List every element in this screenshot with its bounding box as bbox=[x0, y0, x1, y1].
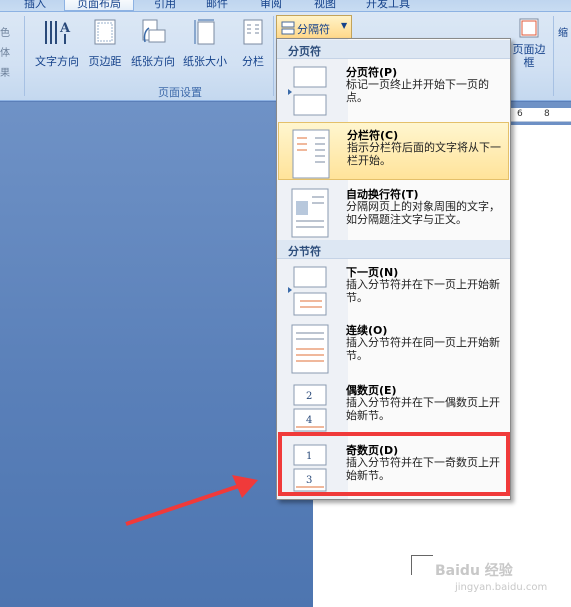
menu-item-column-break[interactable]: 分栏符(C) 指示分栏符后面的文字将从下一栏开始。 bbox=[278, 122, 509, 180]
text-wrapping-break-icon bbox=[291, 188, 329, 238]
ruler-tick: 8 bbox=[544, 109, 550, 119]
size-button[interactable]: 纸张大小 bbox=[180, 12, 230, 69]
page-break-desc: 标记一页终止并开始下一页的点。 bbox=[346, 78, 489, 104]
size-icon bbox=[194, 19, 215, 45]
page-borders-button[interactable]: 页面边框 bbox=[512, 12, 546, 69]
page-setup-group-label: 页面设置 bbox=[158, 86, 202, 99]
tab-view[interactable]: 视图 bbox=[308, 0, 342, 11]
menu-item-continuous[interactable]: 连续(O) 插入分节符并在同一页上开始新节。 bbox=[278, 318, 509, 378]
continuous-desc: 插入分节符并在同一页上开始新节。 bbox=[346, 336, 500, 362]
tab-mailings[interactable]: 邮件 bbox=[200, 0, 234, 11]
breaks-icon bbox=[281, 21, 295, 35]
menu-item-text-wrapping-break[interactable]: 自动换行符(T) 分隔网页上的对象周围的文字，如分隔题注文字与正文。 bbox=[278, 182, 509, 242]
size-label: 纸张大小 bbox=[183, 55, 227, 68]
chevron-down-icon: ▼ bbox=[341, 21, 348, 30]
page-breaks-header: 分页符 bbox=[277, 40, 510, 59]
horizontal-ruler[interactable]: 6 8 bbox=[508, 108, 571, 122]
page-break-icon bbox=[288, 66, 327, 116]
columns-icon bbox=[243, 19, 263, 45]
orientation-label: 纸张方向 bbox=[131, 55, 175, 68]
group-separator bbox=[273, 16, 274, 96]
ribbon-side-glyph: 果 bbox=[0, 68, 10, 79]
menu-item-page-break[interactable]: 分页符(P) 标记一页终止并开始下一页的点。 bbox=[278, 60, 509, 120]
page-borders-label: 页面边框 bbox=[512, 43, 546, 69]
watermark-sub: jingyan.baidu.com bbox=[455, 582, 548, 593]
even-page-desc: 插入分节符并在下一偶数页上开始新节。 bbox=[346, 396, 500, 422]
highlight-annotation-box bbox=[278, 432, 510, 496]
ruler-tick: 6 bbox=[517, 109, 523, 119]
page-corner-mark bbox=[411, 555, 433, 575]
menu-item-even-page[interactable]: 2 4 偶数页(E) 插入分节符并在下一偶数页上开始新节。 bbox=[278, 378, 509, 434]
continuous-icon bbox=[291, 324, 329, 374]
margins-label: 页边距 bbox=[88, 55, 122, 68]
text-direction-icon: A bbox=[45, 21, 71, 44]
orientation-button[interactable]: 纸张方向 bbox=[128, 12, 178, 69]
breaks-label: 分隔符 bbox=[297, 23, 330, 36]
next-page-desc: 插入分节符并在下一页上开始新节。 bbox=[346, 278, 500, 304]
text-direction-label: 文字方向 bbox=[35, 55, 79, 68]
watermark: Baidu 经验 bbox=[435, 563, 513, 579]
tab-developer[interactable]: 开发工具 bbox=[360, 0, 416, 11]
group-separator bbox=[553, 16, 554, 96]
text-wrapping-break-desc: 分隔网页上的对象周围的文字，如分隔题注文字与正文。 bbox=[346, 200, 500, 226]
svg-text:A: A bbox=[59, 21, 71, 36]
tab-insert[interactable]: 插入 bbox=[18, 0, 52, 11]
menu-item-next-page[interactable]: 下一页(N) 插入分节符并在下一页上开始新节。 bbox=[278, 260, 509, 316]
next-page-icon bbox=[288, 266, 327, 316]
tab-review[interactable]: 审阅 bbox=[254, 0, 288, 11]
page-borders-icon bbox=[519, 18, 539, 38]
breaks-button[interactable]: 分隔符 ▼ bbox=[276, 15, 352, 39]
breaks-menu: 分页符 分页符(P) 标记一页终止并开始下一页的点。 分栏符(C) 指示分栏符后… bbox=[276, 38, 511, 500]
text-direction-button[interactable]: A 文字方向 bbox=[32, 12, 82, 69]
ribbon-tab-bar: 插入 页面布局 引用 邮件 审阅 视图 开发工具 bbox=[0, 0, 571, 11]
tab-references[interactable]: 引用 bbox=[148, 0, 182, 11]
group-separator bbox=[24, 16, 25, 96]
margins-icon bbox=[94, 19, 116, 45]
ribbon-side-glyph: 体 bbox=[0, 48, 10, 59]
svg-text:4: 4 bbox=[306, 415, 312, 426]
margins-button[interactable]: 页边距 bbox=[84, 12, 126, 69]
orientation-icon bbox=[142, 19, 166, 43]
even-page-icon: 2 4 bbox=[293, 384, 327, 432]
svg-text:2: 2 bbox=[306, 391, 312, 402]
ribbon-right-glyph: 缩 bbox=[558, 28, 568, 39]
tab-page-layout[interactable]: 页面布局 bbox=[64, 0, 134, 11]
section-breaks-header: 分节符 bbox=[277, 240, 510, 259]
column-break-icon bbox=[292, 129, 330, 179]
red-arrow-annotation bbox=[125, 475, 258, 526]
column-break-desc: 指示分栏符后面的文字将从下一栏开始。 bbox=[347, 141, 501, 167]
columns-label: 分栏 bbox=[242, 55, 264, 68]
ribbon-side-glyph: 色 bbox=[0, 28, 10, 39]
columns-button[interactable]: 分栏 bbox=[236, 12, 270, 69]
